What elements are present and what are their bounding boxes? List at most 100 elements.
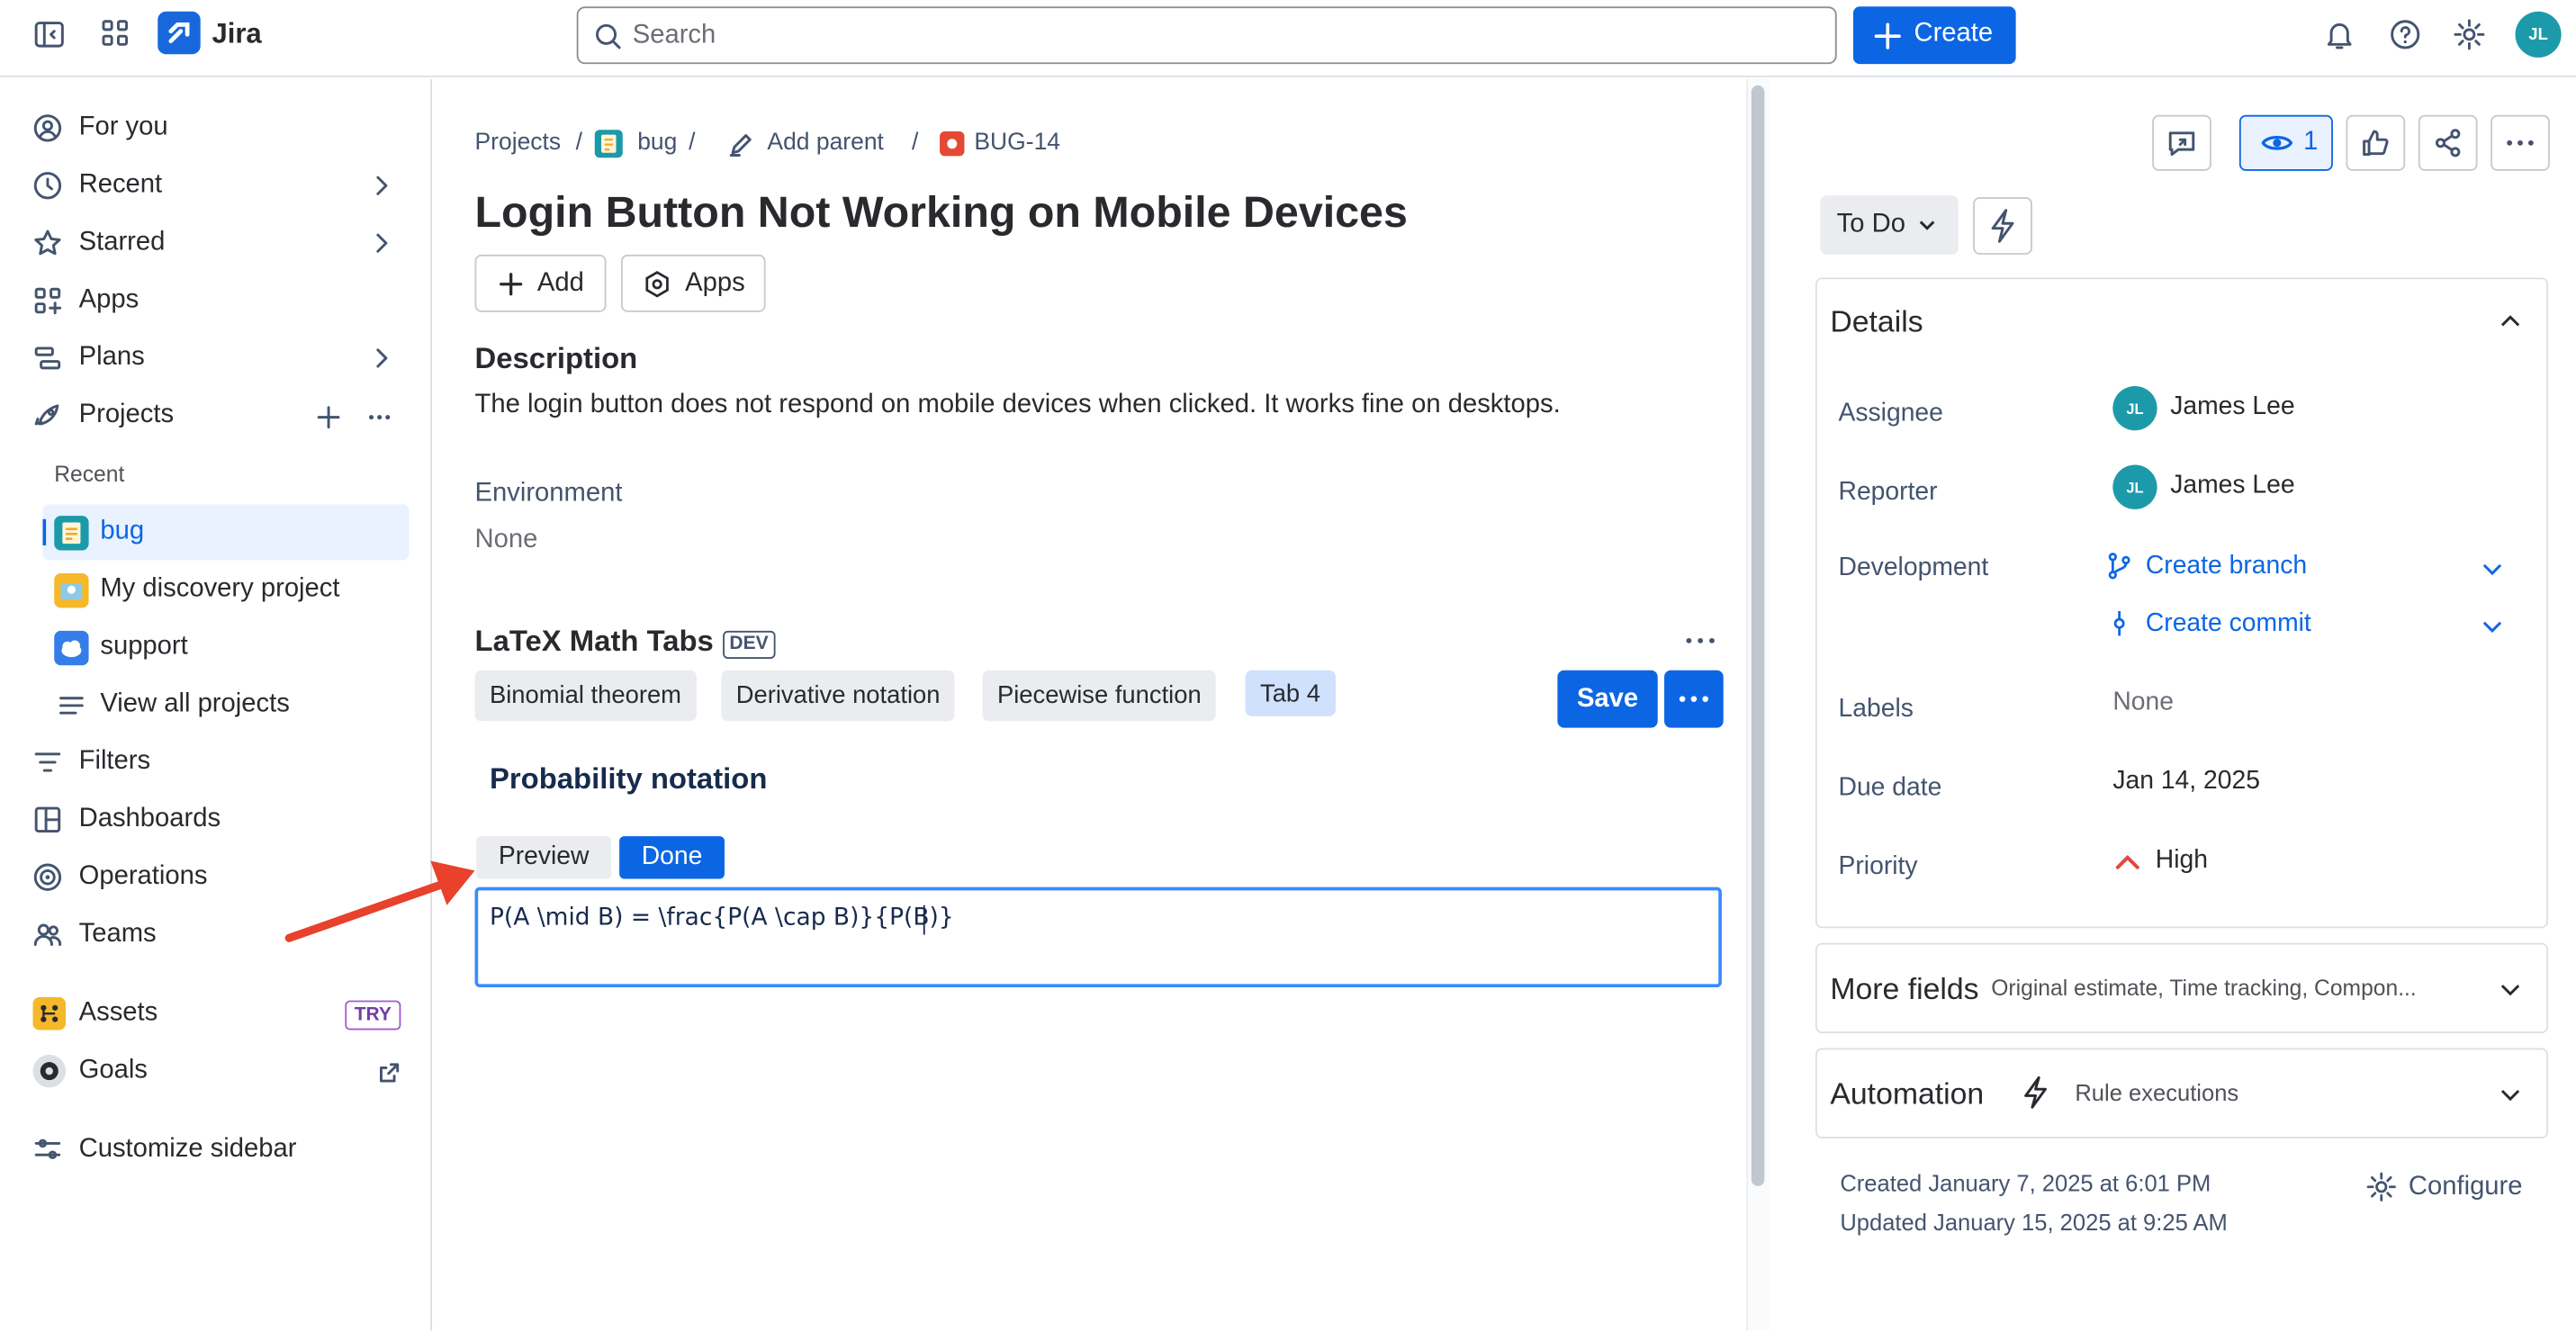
tab-piecewise-function[interactable]: Piecewise function bbox=[982, 670, 1217, 722]
sidebar-item-teams[interactable]: Teams bbox=[33, 910, 157, 959]
breadcrumb-projects[interactable]: Projects bbox=[475, 130, 562, 156]
tab-4-active[interactable]: Tab 4 bbox=[1245, 670, 1336, 716]
create-button[interactable]: Create bbox=[1852, 6, 2016, 65]
help-icon[interactable] bbox=[2389, 18, 2422, 51]
text-cursor bbox=[923, 904, 925, 935]
scrollbar-thumb[interactable] bbox=[1751, 85, 1765, 1186]
dashboard-icon bbox=[34, 806, 61, 833]
sidebar-item-projects[interactable]: Projects bbox=[33, 391, 175, 440]
like-button[interactable] bbox=[2346, 114, 2406, 171]
breadcrumb-issue-key[interactable]: BUG-14 bbox=[974, 130, 1060, 156]
sidebar-item-starred[interactable]: Starred bbox=[33, 219, 166, 268]
sidebar-item-label: Projects bbox=[78, 400, 175, 429]
labels-value[interactable]: None bbox=[2112, 688, 2174, 718]
user-avatar[interactable]: JL bbox=[2515, 11, 2562, 58]
save-button[interactable]: Save bbox=[1557, 670, 1658, 728]
sidebar-item-customize[interactable]: Customize sidebar bbox=[33, 1125, 296, 1174]
chevron-right-icon[interactable] bbox=[368, 230, 394, 256]
settings-gear-icon[interactable] bbox=[2453, 18, 2486, 51]
assignee-label: Assignee bbox=[1838, 399, 1943, 428]
sidebar-item-label: For you bbox=[78, 112, 168, 141]
sidebar-item-goals[interactable]: Goals bbox=[32, 1047, 148, 1096]
chevron-up-icon[interactable] bbox=[2497, 309, 2523, 335]
add-button[interactable]: Add bbox=[474, 254, 607, 312]
sidebar-item-operations[interactable]: Operations bbox=[33, 852, 208, 902]
search-input[interactable]: Search bbox=[576, 6, 1837, 65]
external-link-icon[interactable] bbox=[378, 1061, 401, 1084]
description-text[interactable]: The login button does not respond on mob… bbox=[475, 391, 1561, 420]
breadcrumb-project-group: bug / bbox=[637, 130, 695, 156]
breadcrumb-project[interactable]: bug bbox=[637, 130, 677, 156]
sidebar-project-discovery[interactable]: My discovery project bbox=[100, 575, 339, 605]
sidebar-item-filters[interactable]: Filters bbox=[33, 738, 151, 788]
labels-label: Labels bbox=[1838, 695, 1914, 724]
jira-logo-icon[interactable] bbox=[158, 11, 201, 55]
commit-icon bbox=[2113, 611, 2125, 636]
latex-editor-textarea[interactable]: P(A \mid B) = \frac{P(A \cap B)}{P(B)} bbox=[474, 886, 1722, 988]
more-options-icon[interactable] bbox=[1684, 627, 1717, 653]
chevron-down-icon[interactable] bbox=[2497, 1081, 2523, 1107]
search-placeholder: Search bbox=[632, 21, 716, 50]
discovery-project-icon bbox=[54, 573, 89, 608]
create-button-label: Create bbox=[1914, 19, 1994, 48]
feedback-button[interactable] bbox=[2152, 114, 2211, 171]
tab-binomial-theorem[interactable]: Binomial theorem bbox=[474, 670, 697, 722]
selected-indicator bbox=[42, 518, 47, 545]
more-actions-button[interactable] bbox=[2490, 114, 2550, 171]
done-button[interactable]: Done bbox=[619, 836, 725, 879]
app-switcher-icon[interactable] bbox=[100, 18, 130, 48]
chevron-down-icon[interactable] bbox=[2497, 976, 2523, 1002]
due-date-value[interactable]: Jan 14, 2025 bbox=[2112, 767, 2260, 796]
status-value: To Do bbox=[1836, 210, 1905, 238]
chevron-right-icon[interactable] bbox=[368, 345, 394, 371]
sidebar-item-bug-selected[interactable] bbox=[42, 504, 410, 561]
sidebar-project-bug[interactable]: bug bbox=[100, 518, 144, 547]
chevron-down-icon[interactable] bbox=[2479, 555, 2505, 581]
add-parent-link[interactable]: Add parent bbox=[767, 130, 884, 156]
sidebar-project-support[interactable]: support bbox=[100, 633, 187, 662]
sidebar-item-dashboards[interactable]: Dashboards bbox=[33, 795, 221, 844]
rule-executions-link[interactable]: Rule executions bbox=[2075, 1079, 2238, 1105]
details-heading[interactable]: Details bbox=[1830, 304, 1923, 340]
clock-icon bbox=[33, 172, 62, 200]
priority-high-icon bbox=[2115, 854, 2139, 869]
assets-icon bbox=[32, 996, 67, 1030]
automation-trigger-button[interactable] bbox=[1973, 197, 2032, 255]
sidebar-item-apps[interactable]: Apps bbox=[33, 276, 140, 326]
chevron-right-icon[interactable] bbox=[368, 173, 394, 199]
sidebar-item-plans[interactable]: Plans bbox=[33, 334, 145, 383]
view-all-projects-link[interactable]: View all projects bbox=[100, 690, 289, 720]
top-navigation: Jira Search Create JL bbox=[0, 0, 2576, 77]
environment-value[interactable]: None bbox=[475, 526, 538, 555]
configure-label: Configure bbox=[2408, 1172, 2523, 1201]
watchers-button[interactable]: 1 bbox=[2238, 114, 2333, 171]
share-button[interactable] bbox=[2418, 114, 2478, 171]
save-options-button[interactable] bbox=[1664, 670, 1724, 728]
create-commit-link[interactable]: Create commit bbox=[2146, 609, 2311, 639]
try-badge[interactable]: TRY bbox=[345, 1000, 401, 1030]
issue-title[interactable]: Login Button Not Working on Mobile Devic… bbox=[475, 187, 1408, 238]
sidebar-toggle-icon[interactable] bbox=[33, 18, 67, 51]
annotation-arrow-icon bbox=[284, 860, 475, 942]
sidebar-item-label: Assets bbox=[78, 998, 158, 1027]
preview-button[interactable]: Preview bbox=[476, 836, 612, 879]
reporter-value[interactable]: James Lee bbox=[2170, 472, 2294, 501]
chevron-down-icon[interactable] bbox=[2479, 613, 2505, 639]
notifications-bell-icon[interactable] bbox=[2323, 18, 2356, 51]
configure-button[interactable]: Configure bbox=[2365, 1171, 2523, 1202]
more-options-icon[interactable] bbox=[366, 404, 392, 430]
add-project-icon[interactable] bbox=[315, 404, 341, 430]
sidebar-item-for-you[interactable]: For you bbox=[33, 104, 168, 153]
status-dropdown[interactable]: To Do bbox=[1820, 195, 1959, 255]
tab-derivative-notation[interactable]: Derivative notation bbox=[721, 670, 955, 722]
app-name[interactable]: Jira bbox=[212, 18, 261, 51]
create-branch-link[interactable]: Create branch bbox=[2146, 552, 2307, 581]
more-fields-heading[interactable]: More fields bbox=[1830, 971, 1978, 1007]
sidebar-item-recent[interactable]: Recent bbox=[33, 161, 163, 211]
assignee-value[interactable]: James Lee bbox=[2170, 392, 2294, 422]
priority-value[interactable]: High bbox=[2156, 846, 2208, 876]
automation-heading[interactable]: Automation bbox=[1830, 1076, 1984, 1112]
apps-button[interactable]: Apps bbox=[620, 254, 766, 312]
reporter-avatar: JL bbox=[2112, 464, 2157, 509]
sidebar-item-assets[interactable]: Assets bbox=[32, 989, 158, 1039]
